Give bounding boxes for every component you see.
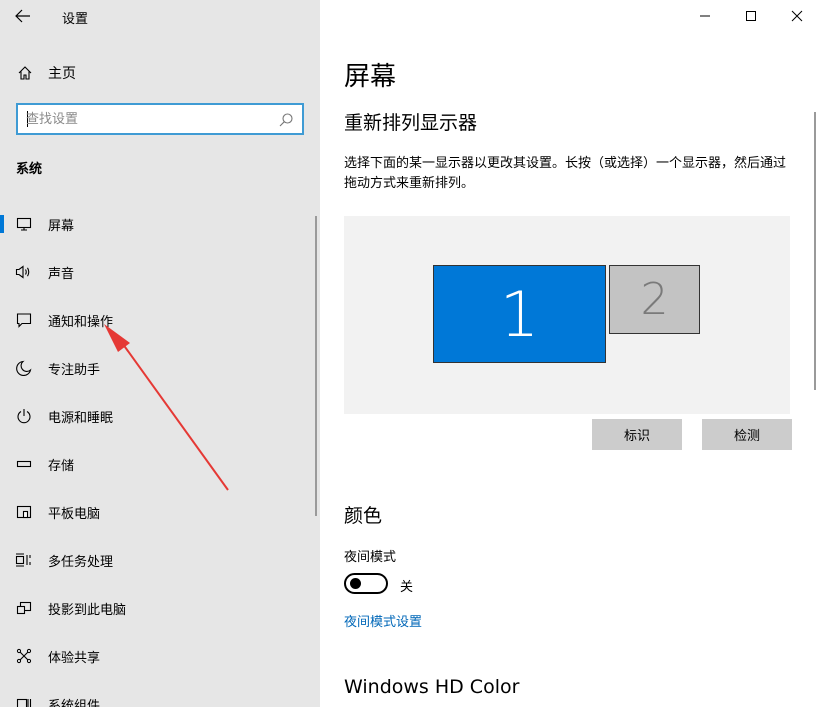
rearrange-heading: 重新排列显示器 bbox=[344, 112, 478, 134]
monitor-2-label: 2 bbox=[640, 274, 669, 325]
display-arrangement-area: 1 2 bbox=[344, 216, 790, 414]
speaker-icon bbox=[15, 263, 33, 281]
sidebar-item-label: 电源和睡眠 bbox=[48, 410, 114, 426]
power-icon bbox=[15, 407, 33, 425]
sidebar-item-power[interactable]: 电源和睡眠 bbox=[0, 392, 320, 440]
back-arrow-icon bbox=[15, 9, 30, 23]
sidebar-item-multitasking[interactable]: 多任务处理 bbox=[0, 536, 320, 584]
sidebar-item-project[interactable]: 投影到此电脑 bbox=[0, 584, 320, 632]
sidebar-item-label: 存储 bbox=[48, 458, 75, 474]
sidebar-item-label: 平板电脑 bbox=[48, 506, 101, 522]
search-icon[interactable] bbox=[278, 112, 294, 128]
sidebar-item-label: 屏幕 bbox=[48, 218, 75, 234]
sidebar-item-sound[interactable]: 声音 bbox=[0, 248, 320, 296]
sidebar-item-label: 专注助手 bbox=[48, 362, 101, 378]
sidebar-scrollbar[interactable] bbox=[315, 216, 317, 516]
home-label: 主页 bbox=[48, 66, 76, 82]
sidebar-item-tablet[interactable]: 平板电脑 bbox=[0, 488, 320, 536]
sidebar-item-label: 体验共享 bbox=[48, 650, 101, 666]
back-button[interactable] bbox=[10, 4, 36, 28]
home-icon bbox=[16, 64, 34, 82]
sidebar-nav: 屏幕 声音 通知和操作 专注助手 电源和睡眠 存储 平板电脑 多任务处理 投影到… bbox=[0, 200, 320, 707]
sidebar-item-label: 通知和操作 bbox=[48, 314, 114, 330]
project-icon bbox=[15, 599, 33, 617]
moon-icon bbox=[15, 359, 33, 377]
toggle-knob bbox=[350, 578, 361, 589]
tablet-icon bbox=[15, 503, 33, 521]
sidebar-item-label: 声音 bbox=[48, 266, 75, 282]
identify-button[interactable]: 标识 bbox=[592, 419, 682, 450]
sidebar: 设置 主页 系统 屏幕 声音 通 bbox=[0, 0, 320, 707]
search-input[interactable] bbox=[26, 110, 276, 128]
storage-icon bbox=[15, 455, 33, 473]
main-content: 屏幕 重新排列显示器 选择下面的某一显示器以更改其设置。长按（或选择）一个显示器… bbox=[344, 0, 804, 707]
sidebar-item-display[interactable]: 屏幕 bbox=[0, 200, 320, 248]
components-icon bbox=[15, 695, 33, 707]
sidebar-item-notifications[interactable]: 通知和操作 bbox=[0, 296, 320, 344]
rearrange-description: 选择下面的某一显示器以更改其设置。长按（或选择）一个显示器，然后通过拖动方式来重… bbox=[344, 156, 787, 191]
monitor-1-label: 1 bbox=[499, 277, 540, 351]
color-heading: 颜色 bbox=[344, 505, 383, 527]
search-box[interactable] bbox=[16, 103, 304, 135]
section-label-system: 系统 bbox=[16, 162, 43, 177]
detect-button[interactable]: 检测 bbox=[702, 419, 792, 450]
sidebar-item-label: 多任务处理 bbox=[48, 554, 114, 570]
sidebar-item-label: 投影到此电脑 bbox=[48, 602, 127, 618]
night-light-label: 夜间模式 bbox=[344, 550, 397, 565]
night-light-settings-link[interactable]: 夜间模式设置 bbox=[344, 611, 422, 630]
sidebar-item-system-components[interactable]: 系统组件 bbox=[0, 680, 320, 707]
home-nav[interactable]: 主页 bbox=[16, 62, 76, 84]
hdr-heading: Windows HD Color bbox=[344, 676, 520, 698]
sidebar-item-focus-assist[interactable]: 专注助手 bbox=[0, 344, 320, 392]
multitask-icon bbox=[15, 551, 33, 569]
sidebar-item-shared-experiences[interactable]: 体验共享 bbox=[0, 632, 320, 680]
monitor-2[interactable]: 2 bbox=[609, 265, 700, 334]
sidebar-item-storage[interactable]: 存储 bbox=[0, 440, 320, 488]
titlebar: 设置 bbox=[0, 0, 320, 32]
monitor-1[interactable]: 1 bbox=[433, 265, 606, 363]
monitor-icon bbox=[15, 215, 33, 233]
share-icon bbox=[15, 647, 33, 665]
sidebar-item-label: 系统组件 bbox=[48, 698, 101, 707]
page-title: 屏幕 bbox=[344, 62, 397, 92]
app-title: 设置 bbox=[62, 12, 89, 27]
night-light-state: 关 bbox=[400, 580, 414, 595]
notification-icon bbox=[15, 311, 33, 329]
night-light-toggle[interactable] bbox=[344, 573, 388, 594]
main-scrollbar[interactable] bbox=[814, 112, 816, 390]
